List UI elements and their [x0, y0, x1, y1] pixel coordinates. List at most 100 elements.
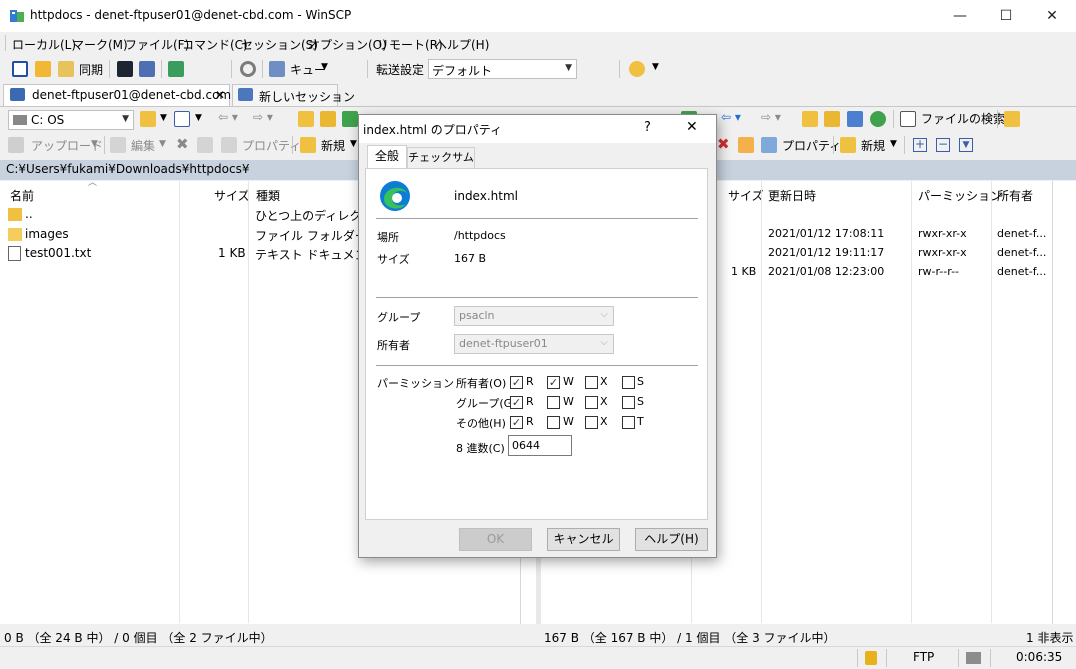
- menu-session[interactable]: セッション(S): [241, 36, 318, 53]
- right-parent-dir-icon[interactable]: [802, 111, 818, 127]
- preferences-gear-icon[interactable]: [240, 61, 256, 77]
- right-reload-icon[interactable]: [870, 111, 886, 127]
- refresh-session-icon[interactable]: [168, 61, 184, 77]
- tab-checksum[interactable]: チェックサム: [407, 147, 475, 169]
- menu-options[interactable]: オプション(O): [308, 36, 387, 53]
- select-plus-icon[interactable]: +: [913, 138, 927, 152]
- close-button[interactable]: ✕: [1029, 0, 1075, 32]
- filter-icon[interactable]: [174, 111, 190, 127]
- tree-icon[interactable]: [1004, 111, 1020, 127]
- table-row[interactable]: 1 KB 2021/01/08 12:23:00 rw-r--r-- denet…: [717, 264, 1052, 282]
- maximize-button[interactable]: ☐: [983, 0, 1029, 32]
- perm-group-s-checkbox[interactable]: [622, 396, 635, 409]
- column-type[interactable]: 種類: [256, 187, 280, 204]
- perm-other-t-checkbox[interactable]: [622, 416, 635, 429]
- table-row[interactable]: images ファイル フォルダー: [0, 226, 367, 244]
- unselect-minus-icon[interactable]: −: [936, 138, 950, 152]
- site-dropdown-arrow-icon[interactable]: ▼: [652, 62, 659, 72]
- compare-dirs-icon[interactable]: [12, 61, 28, 77]
- column-size[interactable]: サイズ: [214, 187, 250, 204]
- perm-group-x-checkbox[interactable]: [585, 396, 598, 409]
- perm-other-x-checkbox[interactable]: [585, 416, 598, 429]
- dialog-close-icon[interactable]: ✕: [686, 119, 698, 135]
- root-dir-icon[interactable]: [320, 111, 336, 127]
- edit-label[interactable]: 編集: [131, 137, 155, 154]
- sync-folder-icon[interactable]: [58, 61, 74, 77]
- hidden-count[interactable]: 1 非表示: [1026, 629, 1073, 646]
- sync-label[interactable]: 同期: [79, 61, 103, 78]
- refresh-icon[interactable]: [342, 111, 358, 127]
- tab-new-session[interactable]: 新しいセッション: [232, 84, 355, 106]
- perm-other-w-checkbox[interactable]: [547, 416, 560, 429]
- tab-close-icon[interactable]: ✕: [215, 88, 225, 102]
- parent-dir-icon[interactable]: [298, 111, 314, 127]
- ok-button[interactable]: OK: [459, 528, 532, 551]
- right-properties-icon[interactable]: [761, 137, 777, 153]
- right-new-folder-icon[interactable]: [840, 137, 856, 153]
- right-back-arrow-icon[interactable]: ⇦ ▾: [721, 110, 741, 124]
- right-forward-arrow-icon[interactable]: ⇨ ▾: [761, 110, 781, 124]
- table-row[interactable]: .. ひとつ上のディレクトリ: [0, 206, 385, 224]
- console-icon[interactable]: [117, 61, 133, 77]
- table-row[interactable]: test001.txt 1 KB テキスト ドキュメント: [0, 245, 378, 263]
- right-new-dropdown-arrow-icon[interactable]: ▼: [890, 139, 897, 149]
- dialog-help-icon[interactable]: ?: [644, 120, 651, 135]
- column-owner[interactable]: 所有者: [997, 187, 1033, 204]
- new-label[interactable]: 新規: [321, 137, 345, 154]
- queue-dropdown-arrow-icon[interactable]: ▼: [321, 62, 328, 72]
- site-manager-globe-icon[interactable]: [629, 61, 645, 77]
- column-permissions[interactable]: パーミッション: [918, 187, 1002, 204]
- perm-owner-r-checkbox[interactable]: ✓: [510, 376, 523, 389]
- perm-other-r-checkbox[interactable]: ✓: [510, 416, 523, 429]
- octal-input[interactable]: [508, 435, 572, 456]
- group-select[interactable]: psacln ⌵: [454, 306, 614, 326]
- forward-arrow-icon[interactable]: ⇨ ▾: [253, 110, 273, 124]
- upload-dropdown-arrow-icon[interactable]: ▼: [91, 139, 98, 149]
- upload-icon[interactable]: [8, 137, 24, 153]
- menu-command[interactable]: コマンド(C): [182, 36, 248, 53]
- find-files-label[interactable]: ファイルの検索: [921, 110, 1005, 127]
- table-row[interactable]: 2021/01/12 19:11:17 rwxr-xr-x denet-f...: [717, 245, 1052, 263]
- menu-help[interactable]: ヘルプ(H): [435, 36, 489, 53]
- filter-funnel-icon[interactable]: ▼: [959, 138, 973, 152]
- tab-general[interactable]: 全般: [367, 145, 407, 169]
- open-folder-icon[interactable]: [140, 111, 156, 127]
- menu-file[interactable]: ファイル(F): [125, 36, 189, 53]
- drive-select[interactable]: C: OS ▼: [8, 110, 134, 130]
- edit-dropdown-arrow-icon[interactable]: ▼: [159, 139, 166, 149]
- filter-dropdown-arrow-icon[interactable]: ▼: [195, 113, 202, 123]
- perm-owner-w-checkbox[interactable]: ✓: [547, 376, 560, 389]
- right-root-dir-icon[interactable]: [824, 111, 840, 127]
- new-dropdown-arrow-icon[interactable]: ▼: [350, 139, 357, 149]
- rename-icon[interactable]: [197, 137, 213, 153]
- menu-mark[interactable]: マーク(M): [72, 36, 128, 53]
- delete-icon[interactable]: ✖: [176, 135, 189, 153]
- local-path[interactable]: C:¥Users¥fukami¥Downloads¥httpdocs¥: [6, 162, 250, 176]
- new-folder-icon[interactable]: [300, 137, 316, 153]
- table-row[interactable]: 2021/01/12 17:08:11 rwxr-xr-x denet-f...: [717, 226, 1052, 244]
- minimize-button[interactable]: —: [937, 0, 983, 32]
- queue-icon[interactable]: [269, 61, 285, 77]
- properties-dialog[interactable]: index.html のプロパティ ? ✕ 全般 チェックサム index.ht…: [358, 114, 717, 558]
- menu-local[interactable]: ローカル(L): [12, 36, 76, 53]
- menu-remote[interactable]: リモート(R): [377, 36, 443, 53]
- home-icon[interactable]: [847, 111, 863, 127]
- find-files-icon[interactable]: [900, 111, 916, 127]
- right-new-label[interactable]: 新規: [861, 137, 885, 154]
- tab-session[interactable]: denet-ftpuser01@denet-cbd.com ✕: [3, 84, 231, 106]
- putty-icon[interactable]: [139, 61, 155, 77]
- column-size[interactable]: サイズ: [728, 187, 764, 204]
- properties-icon[interactable]: [221, 137, 237, 153]
- perm-group-w-checkbox[interactable]: [547, 396, 560, 409]
- help-button[interactable]: ヘルプ(H): [635, 528, 708, 551]
- cancel-button[interactable]: キャンセル: [547, 528, 620, 551]
- perm-owner-x-checkbox[interactable]: [585, 376, 598, 389]
- right-rename-icon[interactable]: [738, 137, 754, 153]
- owner-select[interactable]: denet-ftpuser01 ⌵: [454, 334, 614, 354]
- edit-icon[interactable]: [110, 137, 126, 153]
- back-arrow-icon[interactable]: ⇦ ▾: [218, 110, 238, 124]
- transfer-settings-select[interactable]: デフォルト ▼: [428, 59, 577, 79]
- perm-group-r-checkbox[interactable]: ✓: [510, 396, 523, 409]
- column-modified[interactable]: 更新日時: [768, 187, 816, 204]
- right-delete-icon[interactable]: ✖: [717, 135, 730, 153]
